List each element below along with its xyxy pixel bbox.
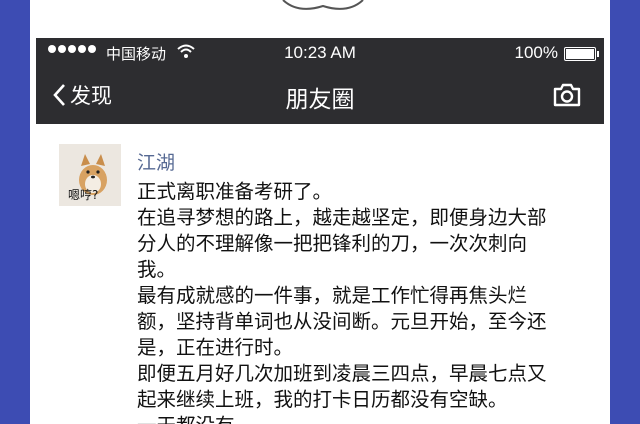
avatar-caption: 嗯哼? — [68, 188, 99, 202]
post-line: 是，正在进行时。 — [137, 336, 294, 359]
post-line: 我。 — [137, 258, 177, 281]
post-line: 在追寻梦想的路上，越走越坚定，即便身边大部 — [137, 206, 547, 229]
navigation-bar: 发现 朋友圈 — [36, 68, 604, 124]
avatar[interactable]: 嗯哼? — [59, 144, 121, 206]
battery-percentage: 100% — [514, 43, 558, 62]
post-line: 起来继续上班，我的打卡日历都没有空缺。 — [137, 388, 508, 411]
phone-frame: 中国移动 10:23 AM 100% 发现 朋友圈 嗯哼? 江湖 正式离职准备考… — [30, 0, 610, 424]
decorative-ornament-icon — [282, 0, 364, 10]
post-line: 分人的不理解像一把把锋利的刀，一次次刺向 — [137, 232, 528, 255]
post-line: 一天都没有。 — [137, 413, 605, 424]
post-line: 最有成就感的一件事，就是工作忙得再焦头烂 — [137, 284, 528, 307]
camera-icon[interactable] — [552, 82, 582, 108]
post-text: 正式离职准备考研了。 在追寻梦想的路上，越走越坚定，即便身边大部 分人的不理解像… — [137, 179, 605, 424]
post-line: 额，坚持背单词也从没间断。元旦开始，至今还 — [137, 310, 547, 333]
page-title: 朋友圈 — [285, 87, 355, 113]
battery-icon — [564, 47, 599, 61]
moment-post: 嗯哼? 江湖 正式离职准备考研了。 在追寻梦想的路上，越走越坚定，即便身边大部 … — [30, 124, 610, 424]
post-line: 正式离职准备考研了。 — [137, 180, 333, 203]
post-username[interactable]: 江湖 — [137, 148, 175, 175]
status-bar: 中国移动 10:23 AM 100% — [36, 38, 604, 68]
post-line: 即便五月好几次加班到凌晨三四点，早晨七点又 — [137, 362, 547, 385]
